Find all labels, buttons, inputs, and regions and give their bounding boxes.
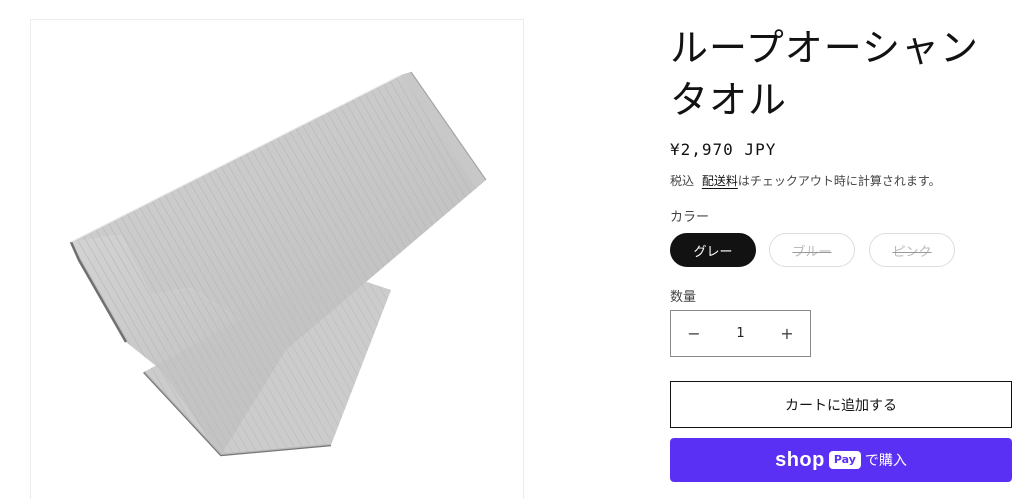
towel-image xyxy=(69,71,487,457)
shop-pay-label: で購入 xyxy=(864,453,907,469)
color-option-label: グレー xyxy=(693,244,733,260)
tax-note: 税込 配送料はチェックアウト時に計算されます。 xyxy=(670,172,941,189)
tax-prefix: 税込 xyxy=(670,174,695,188)
color-option-label: ピンク xyxy=(892,244,932,260)
color-option-blue[interactable]: ブルー xyxy=(769,233,855,267)
color-options: グレー ブルー ピンク xyxy=(670,233,1015,269)
color-option-pink[interactable]: ピンク xyxy=(869,233,955,267)
shipping-suffix: はチェックアウト時に計算されます。 xyxy=(737,174,941,188)
color-option-label: ブルー xyxy=(792,244,832,260)
add-to-cart-button[interactable]: カートに追加する xyxy=(670,381,1012,428)
shop-pay-logo-word: shop xyxy=(775,448,825,471)
quantity-stepper: − 1 + xyxy=(670,310,811,357)
minus-icon: − xyxy=(687,324,701,343)
color-label: カラー xyxy=(670,210,710,225)
product-price: ¥2,970 JPY xyxy=(670,140,777,159)
shop-pay-badge: Pay xyxy=(828,451,861,469)
quantity-input[interactable]: 1 xyxy=(717,326,764,341)
product-image-frame[interactable] xyxy=(30,19,524,499)
quantity-decrease-button[interactable]: − xyxy=(671,311,717,356)
quantity-label: 数量 xyxy=(670,290,697,305)
color-option-gray[interactable]: グレー xyxy=(670,233,756,267)
quantity-increase-button[interactable]: + xyxy=(764,311,810,356)
plus-icon: + xyxy=(780,324,794,343)
product-title: ループオーシャンタオル xyxy=(670,26,979,122)
shipping-link[interactable]: 配送料 xyxy=(702,174,738,188)
shop-pay-button[interactable]: shop Pay で購入 xyxy=(670,438,1012,482)
